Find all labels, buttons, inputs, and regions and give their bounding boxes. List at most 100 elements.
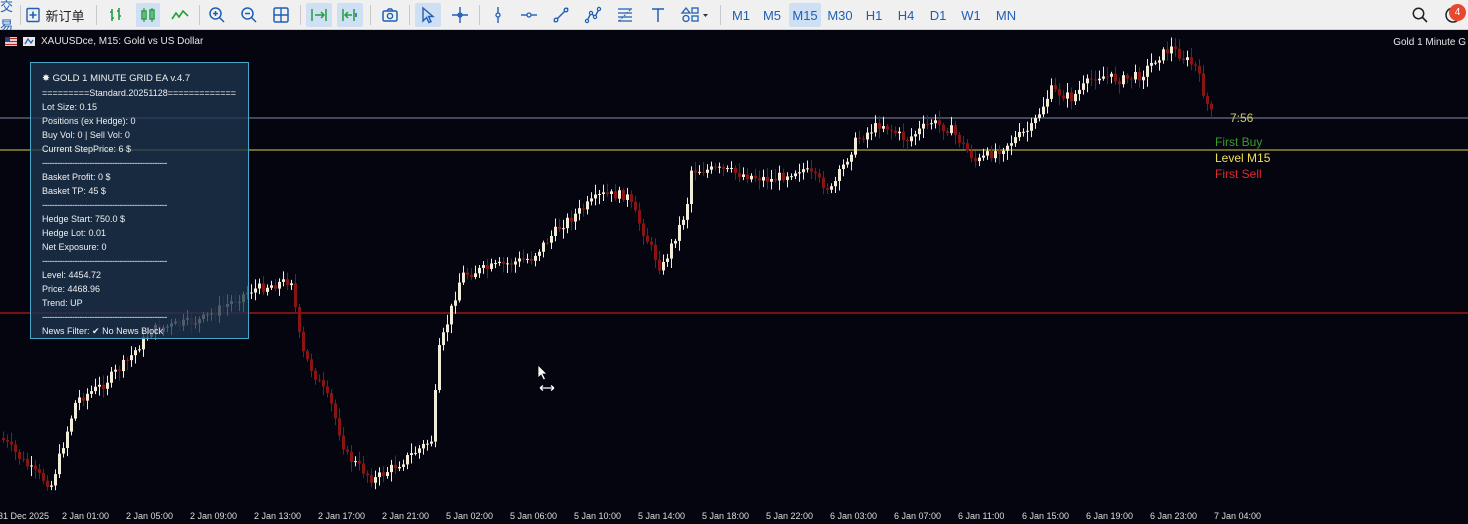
price-chart[interactable]: XAUUSDce, M15: Gold vs US Dollar Gold 1 … <box>0 30 1468 524</box>
candle-body <box>558 226 561 230</box>
trendline-tool-button[interactable] <box>549 3 573 27</box>
timeframe-w1-button[interactable]: W1 <box>955 3 987 27</box>
auto-scroll-button[interactable] <box>306 3 332 27</box>
net-exposure: Net Exposure: 0 <box>42 242 107 252</box>
screenshot-button[interactable] <box>378 3 402 27</box>
text-tool-button[interactable] <box>646 3 670 27</box>
candle-body <box>26 458 29 467</box>
candle-body <box>402 464 405 467</box>
candle-body <box>386 472 389 477</box>
candle-body <box>614 191 617 199</box>
zoom-out-button[interactable] <box>237 3 261 27</box>
zoom-in-button[interactable] <box>205 3 229 27</box>
symbol-title: XAUUSDce, M15: Gold vs US Dollar <box>41 36 204 47</box>
candle-body <box>458 282 461 301</box>
toolbar-separator <box>20 5 21 25</box>
candle-body <box>834 180 837 187</box>
shapes-tool-button[interactable] <box>581 3 605 27</box>
shapes-icon <box>584 6 602 24</box>
ea-info-panel: ✸ GOLD 1 MINUTE GRID EA v.4.7 =========S… <box>30 62 249 339</box>
vertical-line-tool-button[interactable] <box>486 3 510 27</box>
panel-divider: ----------------------------------------… <box>42 256 167 266</box>
crosshair-tool-button[interactable] <box>448 3 472 27</box>
lot-size: Lot Size: 0.15 <box>42 102 98 112</box>
candle-body <box>682 219 685 225</box>
candle-body <box>730 167 733 169</box>
timeframe-m30-button[interactable]: M30 <box>823 3 857 27</box>
candle-body <box>358 461 361 464</box>
toolbar-separator <box>96 5 97 25</box>
line-chart-button[interactable] <box>168 3 192 27</box>
time-axis-label: 31 Dec 2025 <box>0 511 50 521</box>
time-axis-label: 6 Jan 23:00 <box>1150 511 1198 521</box>
trade-menu[interactable]: 交易 <box>0 0 18 33</box>
candle-body <box>962 142 965 144</box>
horizontal-line-icon <box>520 6 538 24</box>
candle-body <box>42 472 45 481</box>
candle-body <box>854 137 857 155</box>
candle-body <box>18 452 21 459</box>
timeframe-m15-button[interactable]: M15 <box>789 3 821 27</box>
time-axis-label: 5 Jan 18:00 <box>702 511 750 521</box>
candle-body <box>490 263 493 269</box>
more-objects-button[interactable] <box>677 3 713 27</box>
timeframe-label: H1 <box>865 7 883 23</box>
candle-body <box>14 444 17 453</box>
horizontal-line-tool-button[interactable] <box>517 3 541 27</box>
cursor-tool-button[interactable] <box>415 3 441 27</box>
candlestick-chart-button[interactable] <box>136 3 160 27</box>
candle-body <box>678 224 681 241</box>
new-order-button[interactable]: 新订单 <box>24 3 90 27</box>
candle-body <box>74 402 77 419</box>
candle-body <box>46 480 49 487</box>
timeframe-h4-button[interactable]: H4 <box>891 3 921 27</box>
chart-shift-button[interactable] <box>337 3 363 27</box>
candle-body <box>554 226 557 236</box>
candle-body <box>306 351 309 360</box>
timeframe-m5-button[interactable]: M5 <box>757 3 787 27</box>
fibonacci-icon <box>616 6 634 24</box>
candle-body <box>438 345 441 391</box>
tile-windows-button[interactable] <box>269 3 293 27</box>
bar-chart-button[interactable] <box>104 3 128 27</box>
fibonacci-tool-button[interactable] <box>613 3 637 27</box>
timeframe-m1-button[interactable]: M1 <box>727 3 755 27</box>
trendline-icon <box>552 6 570 24</box>
candle-body <box>1090 78 1093 80</box>
timeframe-mn-button[interactable]: MN <box>989 3 1023 27</box>
notification-badge: 4 <box>1449 4 1466 21</box>
candle-body <box>474 273 477 277</box>
main-toolbar: 交易 新订单 M1 M5 M15 M30 H1 H4 D1 W1 MN 4 <box>0 0 1468 33</box>
candle-body <box>1046 98 1049 107</box>
candle-body <box>506 263 509 265</box>
candle-body <box>726 167 729 169</box>
candle-body <box>790 176 793 178</box>
candle-body <box>1118 81 1121 85</box>
candle-body <box>754 175 757 179</box>
check-icon: ✔ <box>92 326 100 336</box>
candle-body <box>454 300 457 306</box>
time-axis-label: 6 Jan 03:00 <box>830 511 878 521</box>
candle-body <box>274 285 277 289</box>
bar-timer-label: 7:56 <box>1230 111 1254 125</box>
candle-body <box>98 384 101 387</box>
candle-body <box>610 191 613 194</box>
candle-body <box>350 451 353 462</box>
ea-version-line: =========Standard.20251128============= <box>42 88 237 98</box>
search-button[interactable] <box>1408 3 1432 27</box>
candle-body <box>138 349 141 351</box>
timeframe-d1-button[interactable]: D1 <box>923 3 953 27</box>
candle-body <box>930 123 933 125</box>
candle-body <box>650 241 653 245</box>
hedge-start: Hedge Start: 750.0 $ <box>42 214 126 224</box>
pointer-icon <box>420 6 436 24</box>
candle-body <box>430 441 433 444</box>
candle-body <box>1018 132 1021 138</box>
candle-body <box>1170 46 1173 54</box>
timeframe-h1-button[interactable]: H1 <box>859 3 889 27</box>
candle-body <box>1210 103 1213 110</box>
candle-body <box>58 453 61 475</box>
candle-body <box>126 359 129 361</box>
candle-body <box>774 178 777 181</box>
candle-body <box>354 461 357 463</box>
